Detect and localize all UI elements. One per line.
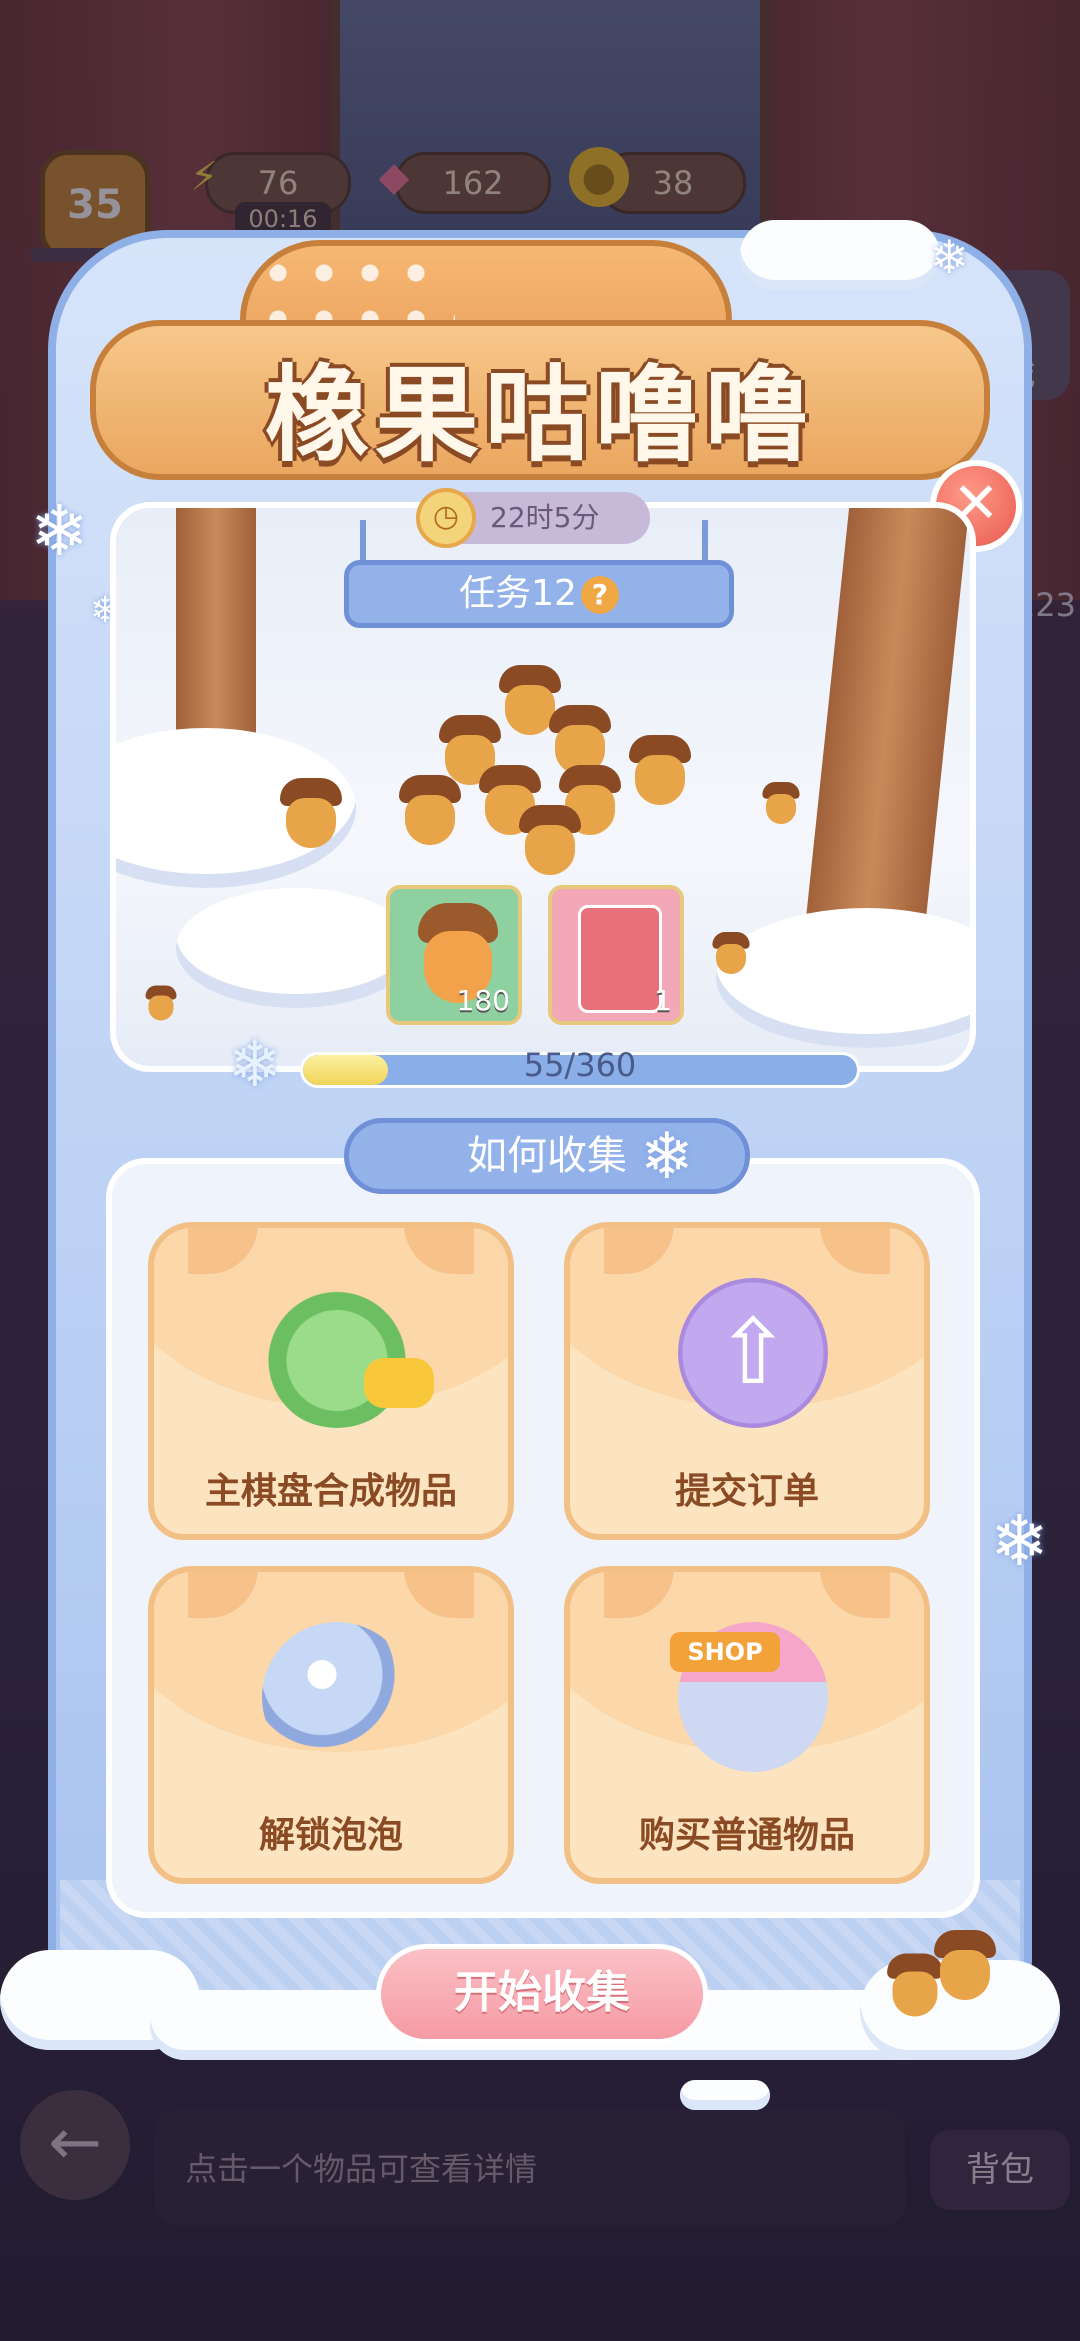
method-label: 提交订单 <box>674 1471 819 1512</box>
start-collect-label: 开始收集 <box>454 1967 630 2018</box>
card-pack-icon <box>578 905 662 1013</box>
method-card-merge[interactable]: 主棋盘合成物品 <box>148 1222 514 1540</box>
acorn-decoration <box>930 1930 1000 2000</box>
snow-lump <box>680 2080 770 2110</box>
method-card-order[interactable]: ⇧ 提交订单 <box>564 1222 930 1540</box>
reward-card-pack[interactable]: 1 <box>548 885 684 1025</box>
acorn-decoration <box>144 985 179 1021</box>
method-label: 解锁泡泡 <box>258 1815 403 1856</box>
snowflake-icon: ❄ <box>930 230 969 284</box>
reward-count: 1 <box>654 984 672 1017</box>
acorn-decoration <box>276 778 346 848</box>
snow-mound <box>716 908 970 1048</box>
snow-cap-top-right <box>740 220 940 290</box>
tree-trunk <box>802 508 970 948</box>
snowflake-icon: ❄ <box>990 1500 1049 1582</box>
tree-trunk <box>176 508 256 738</box>
how-to-title: 如何收集 <box>467 1133 627 1179</box>
upload-icon: ⇧ <box>678 1278 828 1428</box>
start-collect-button[interactable]: 开始收集 <box>376 1944 708 2044</box>
progress-text: 55/360 <box>523 1046 637 1084</box>
event-timer-text: 22时5分 <box>490 501 600 534</box>
method-label: 主棋盘合成物品 <box>204 1471 457 1512</box>
acorn-decoration <box>625 735 695 805</box>
snow-mound <box>176 888 416 1008</box>
bubble-icon <box>262 1622 412 1772</box>
reward-acorn[interactable]: 180 <box>386 885 522 1025</box>
method-card-bubble[interactable]: 解锁泡泡 <box>148 1566 514 1884</box>
task-banner: 任务12? <box>344 560 734 628</box>
snowflake-icon: ❄ <box>640 1120 694 1194</box>
snowflake-icon: ❄ <box>30 490 89 572</box>
method-card-shop[interactable]: SHOP 购买普通物品 <box>564 1566 930 1884</box>
task-label: 任务12 <box>459 573 577 614</box>
acorn-pile <box>395 665 695 875</box>
snowflake-icon: ❄ <box>228 1028 282 1102</box>
help-icon[interactable]: ? <box>580 576 619 614</box>
reward-count: 180 <box>456 984 510 1017</box>
acorn-decoration <box>515 805 585 875</box>
shop-sign: SHOP <box>670 1632 780 1672</box>
event-title: 橡果咕噜噜 <box>264 354 815 476</box>
acorn-decoration <box>710 932 752 974</box>
alarm-clock-icon: ◷ <box>416 488 476 548</box>
bow-icon <box>364 1358 434 1408</box>
acorn-decoration <box>395 775 465 845</box>
method-label: 购买普通物品 <box>638 1815 855 1856</box>
acorn-decoration <box>760 782 802 824</box>
